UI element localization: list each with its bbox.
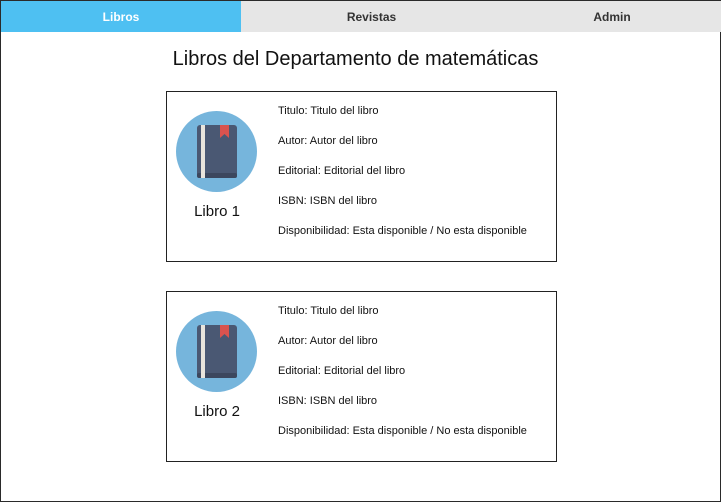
field-disponibilidad: Disponibilidad: Esta disponible / No est… bbox=[278, 425, 527, 437]
tab-revistas[interactable]: Revistas bbox=[241, 1, 502, 32]
book-avatar bbox=[176, 111, 257, 192]
field-titulo: Titulo: Titulo del libro bbox=[278, 105, 379, 117]
page-title: Libros del Departamento de matemáticas bbox=[172, 48, 539, 70]
field-disponibilidad: Disponibilidad: Esta disponible / No est… bbox=[278, 225, 527, 237]
field-isbn: ISBN: ISBN del libro bbox=[278, 395, 378, 407]
field-autor: Autor: Autor del libro bbox=[278, 135, 378, 147]
book-card: Libro 1 Titulo: Titulo del libro Autor: … bbox=[166, 91, 557, 262]
book-details: Titulo: Titulo del libro Autor: Autor de… bbox=[278, 305, 548, 455]
book-icon bbox=[197, 325, 237, 378]
book-avatar bbox=[176, 311, 257, 392]
tab-libros[interactable]: Libros bbox=[1, 1, 241, 32]
book-icon bbox=[197, 125, 237, 178]
app-window: Libros Revistas Admin Libros del Departa… bbox=[0, 0, 721, 502]
field-titulo: Titulo: Titulo del libro bbox=[278, 305, 379, 317]
field-editorial: Editorial: Editorial del libro bbox=[278, 365, 406, 377]
book-details: Titulo: Titulo del libro Autor: Autor de… bbox=[278, 105, 548, 255]
field-isbn: ISBN: ISBN del libro bbox=[278, 195, 378, 207]
field-autor: Autor: Autor del libro bbox=[278, 335, 378, 347]
book-card: Libro 2 Titulo: Titulo del libro Autor: … bbox=[166, 291, 557, 462]
field-editorial: Editorial: Editorial del libro bbox=[278, 165, 406, 177]
book-name: Libro 1 bbox=[194, 203, 240, 220]
book-name: Libro 2 bbox=[194, 403, 240, 420]
tab-bar: Libros Revistas Admin bbox=[1, 1, 721, 32]
tab-admin[interactable]: Admin bbox=[502, 1, 721, 32]
